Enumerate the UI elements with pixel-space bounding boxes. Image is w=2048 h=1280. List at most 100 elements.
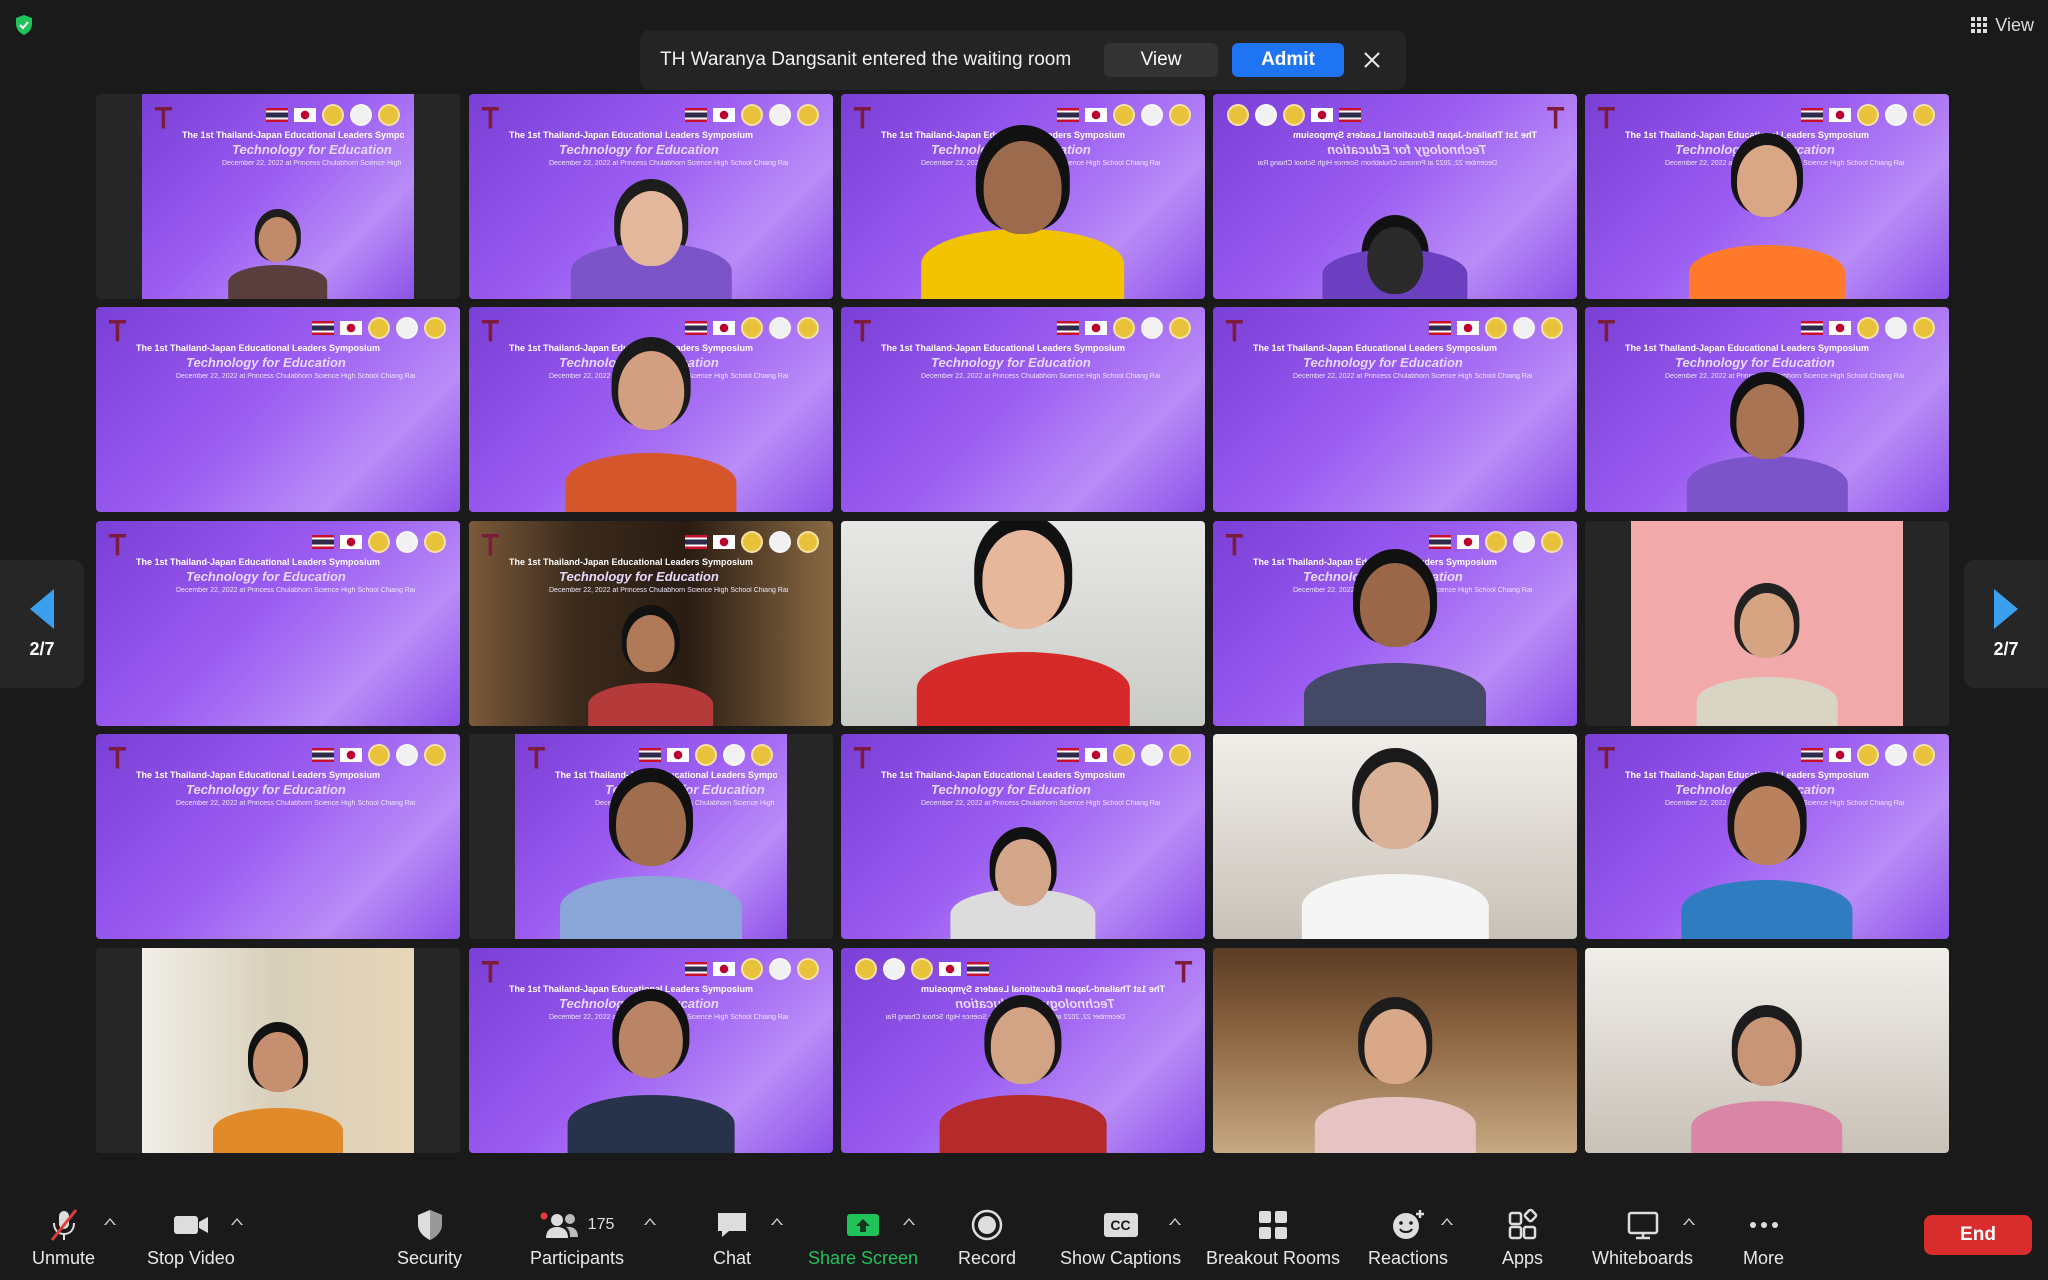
banner-title: The 1st Thailand-Japan Educational Leade… (509, 557, 754, 567)
participants-button[interactable]: 175 Participants (530, 1208, 624, 1269)
school-logo: Ꭲ (483, 956, 500, 989)
breakout-rooms-button[interactable]: Breakout Rooms (1206, 1208, 1340, 1269)
video-tile[interactable]: ᎢThe 1st Thailand-Japan Educational Lead… (96, 521, 460, 726)
page-indicator-right: 2/7 (1993, 638, 2019, 659)
chat-button[interactable]: Chat (713, 1208, 751, 1269)
video-tile[interactable]: ᎢThe 1st Thailand-Japan Educational Lead… (96, 307, 460, 512)
video-tile[interactable] (1585, 948, 1949, 1153)
video-feed: ᎢThe 1st Thailand-Japan Educational Lead… (469, 94, 833, 299)
school-logo: Ꭲ (483, 529, 500, 562)
whiteboards-button[interactable]: Whiteboards (1592, 1208, 1693, 1269)
record-label: Record (958, 1248, 1017, 1268)
participant-video (1304, 521, 1486, 726)
banner-title: The 1st Thailand-Japan Educational Leade… (136, 770, 381, 780)
share-screen-icon (845, 1208, 881, 1242)
video-feed (841, 521, 1205, 726)
end-meeting-button[interactable]: End (1924, 1215, 2032, 1255)
flags (266, 104, 400, 126)
video-tile[interactable]: ᎢThe 1st Thailand-Japan Educational Lead… (1213, 94, 1577, 299)
video-tile[interactable] (841, 521, 1205, 726)
video-tile[interactable]: ᎢThe 1st Thailand-Japan Educational Lead… (96, 94, 460, 299)
whiteboards-label: Whiteboards (1592, 1248, 1694, 1268)
next-page-button[interactable]: 2/7 (1964, 560, 2048, 688)
caret-up-icon[interactable] (1683, 1218, 1695, 1225)
video-tile[interactable]: ᎢThe 1st Thailand-Japan Educational Lead… (841, 734, 1205, 939)
video-tile[interactable] (1213, 734, 1577, 939)
more-button[interactable]: More (1743, 1208, 1784, 1269)
shield-check-icon[interactable] (14, 14, 34, 36)
participant-video (565, 314, 737, 512)
caret-up-icon[interactable] (644, 1218, 656, 1225)
caret-up-icon[interactable] (104, 1218, 116, 1225)
video-tile[interactable]: ᎢThe 1st Thailand-Japan Educational Lead… (469, 94, 833, 299)
participant-video (567, 961, 735, 1153)
video-tile[interactable]: ᎢThe 1st Thailand-Japan Educational Lead… (1585, 94, 1949, 299)
video-feed: ᎢThe 1st Thailand-Japan Educational Lead… (841, 948, 1205, 1153)
school-logo: Ꭲ (1546, 102, 1563, 135)
notification-view-button[interactable]: View (1104, 43, 1218, 77)
video-tile[interactable] (96, 948, 460, 1153)
participant-count: 175 (587, 1216, 615, 1233)
video-tile[interactable]: ᎢThe 1st Thailand-Japan Educational Lead… (841, 307, 1205, 512)
caret-up-icon[interactable] (1169, 1218, 1181, 1225)
participant-video (1322, 131, 1468, 299)
school-logo: Ꭲ (110, 742, 127, 775)
participants-icon: 175 (540, 1208, 615, 1242)
video-tile[interactable]: Ꭲ The 1st Thailand-Japan Educational Lead… (469, 521, 833, 726)
video-tile[interactable]: ᎢThe 1st Thailand-Japan Educational Lead… (841, 948, 1205, 1153)
participant-video (921, 94, 1125, 299)
apps-button[interactable]: Apps (1502, 1208, 1543, 1269)
reactions-icon (1390, 1208, 1426, 1242)
video-feed (1213, 734, 1577, 939)
video-tile[interactable]: ᎢThe 1st Thailand-Japan Educational Lead… (841, 94, 1205, 299)
caret-up-icon[interactable] (771, 1218, 783, 1225)
video-tile[interactable]: ᎢThe 1st Thailand-Japan Educational Lead… (1213, 521, 1577, 726)
symposium-banner: Ꭲ The 1st Thailand-Japan Educational Lead… (1213, 307, 1577, 407)
symposium-banner: Ꭲ The 1st Thailand-Japan Educational Lead… (841, 307, 1205, 407)
video-feed: ᎢThe 1st Thailand-Japan Educational Lead… (1585, 307, 1949, 512)
video-tile[interactable]: ᎢThe 1st Thailand-Japan Educational Lead… (469, 734, 833, 939)
admit-button[interactable]: Admit (1232, 43, 1344, 77)
caret-up-icon[interactable] (231, 1218, 243, 1225)
security-button[interactable]: Security (397, 1208, 462, 1269)
share-screen-button[interactable]: Share Screen (808, 1208, 918, 1269)
notification-message: TH Waranya Dangsanit entered the waiting… (660, 49, 1072, 70)
caret-up-icon[interactable] (903, 1218, 915, 1225)
reactions-button[interactable]: Reactions (1368, 1208, 1448, 1269)
video-tile[interactable]: Ꭲ The 1st Thailand-Japan Educational Lead… (96, 734, 460, 939)
video-feed: ᎢThe 1st Thailand-Japan Educational Lead… (1213, 521, 1577, 726)
video-tile[interactable] (1585, 521, 1949, 726)
video-feed (1585, 948, 1949, 1153)
stop-video-button[interactable]: Stop Video (147, 1208, 235, 1269)
video-tile[interactable]: ᎢThe 1st Thailand-Japan Educational Lead… (1585, 307, 1949, 512)
meeting-toolbar: Unmute Stop Video Security 175 Participa… (0, 1200, 2048, 1280)
video-tile[interactable]: ᎢThe 1st Thailand-Japan Educational Lead… (1213, 307, 1577, 512)
previous-page-button[interactable]: 2/7 (0, 560, 84, 688)
flags (312, 317, 446, 339)
unmute-button[interactable]: Unmute (32, 1208, 95, 1269)
caret-up-icon[interactable] (1441, 1218, 1453, 1225)
flags (312, 744, 446, 766)
video-tile[interactable] (1213, 948, 1577, 1153)
more-label: More (1743, 1248, 1785, 1268)
chat-label: Chat (713, 1248, 752, 1268)
view-button[interactable]: View (1971, 12, 2034, 38)
video-tile[interactable]: ᎢThe 1st Thailand-Japan Educational Lead… (469, 948, 833, 1153)
record-button[interactable]: Record (958, 1208, 1016, 1269)
security-label: Security (397, 1248, 463, 1268)
show-captions-button[interactable]: CC Show Captions (1060, 1208, 1181, 1269)
video-feed: ᎢThe 1st Thailand-Japan Educational Lead… (841, 94, 1205, 299)
video-feed: ᎢThe 1st Thailand-Japan Educational Lead… (515, 734, 787, 939)
school-logo: Ꭲ (855, 742, 872, 775)
participant-video (588, 582, 714, 726)
banner-date: December 22, 2022 at Princess Chulabhorn… (222, 160, 404, 167)
banner-title: The 1st Thailand-Japan Educational Leade… (881, 343, 1126, 353)
close-icon[interactable] (1358, 46, 1386, 74)
video-feed (1213, 948, 1577, 1153)
video-tile[interactable]: ᎢThe 1st Thailand-Japan Educational Lead… (1585, 734, 1949, 939)
video-tile[interactable]: ᎢThe 1st Thailand-Japan Educational Lead… (469, 307, 833, 512)
participant-video (228, 185, 328, 299)
participant-video (1696, 564, 1838, 726)
school-logo: Ꭲ (110, 529, 127, 562)
microphone-muted-icon (48, 1208, 80, 1242)
